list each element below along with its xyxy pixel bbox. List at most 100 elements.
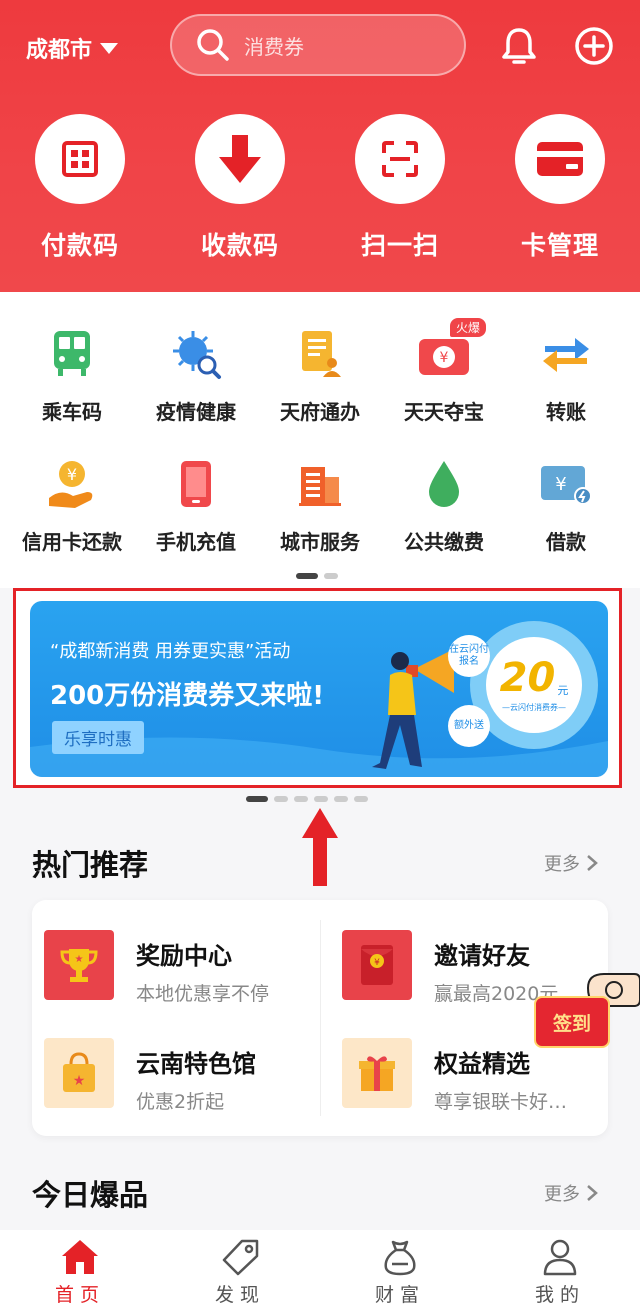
service-city[interactable]: 城市服务: [256, 456, 384, 555]
svg-text:★: ★: [73, 1073, 86, 1089]
scan-icon: [382, 141, 418, 177]
tag-icon: [222, 1239, 259, 1276]
header: 成都市 消费券 付款码 收款码 扫一扫 卡管理: [0, 0, 640, 292]
bottom-tab-bar: 首页 发现 财富 我的: [0, 1230, 640, 1311]
building-icon: [299, 467, 341, 506]
receive-arrow-icon: [219, 135, 261, 183]
coupon-amount: 20 元 —云闪付消费券—: [486, 637, 582, 733]
pay-code-icon: [62, 141, 98, 177]
tab-label: 首页: [54, 1284, 105, 1306]
search-icon: [197, 29, 229, 61]
shopping-bag-icon: ★: [63, 1052, 95, 1092]
banner-bubble-signup: 在云闪付报名: [448, 635, 490, 677]
quick-action-label: 卡管理: [520, 231, 599, 260]
bus-icon: [54, 331, 90, 376]
yuan-card-icon: ¥: [541, 466, 592, 505]
service-label: 借款: [546, 530, 586, 554]
quick-action-label: 扫一扫: [360, 231, 439, 260]
promo-banner[interactable]: “成都新消费 用券更实惠”活动 200万份消费券又来啦! 乐享时惠 20 元 —…: [30, 601, 608, 777]
rec-item-rights-select[interactable]: 权益精选 尊享银联卡好…: [342, 1038, 567, 1114]
rec-subtitle: 尊享银联卡好…: [434, 1091, 568, 1113]
receive-code-button[interactable]: 收款码: [170, 114, 310, 262]
card-divider: [320, 920, 321, 1116]
top-bar: 成都市 消费券: [0, 0, 640, 92]
hot-more-link[interactable]: 更多: [544, 850, 598, 876]
rec-title: 权益精选: [434, 1050, 530, 1078]
card-icon: [537, 142, 583, 176]
money-bag-icon: [384, 1240, 416, 1276]
service-treasure[interactable]: ¥ 火爆 天天夺宝: [380, 318, 508, 425]
service-tianfu[interactable]: 天府通办: [256, 326, 384, 425]
rec-title: 云南特色馆: [136, 1050, 256, 1078]
service-credit-repay[interactable]: ¥ 信用卡还款: [8, 456, 136, 555]
more-label: 更多: [544, 854, 580, 875]
quick-action-label: 付款码: [40, 231, 119, 260]
sign-in-button[interactable]: 签到: [534, 996, 610, 1048]
service-label: 信用卡还款: [22, 530, 122, 554]
phone-icon: [181, 461, 211, 507]
bell-icon[interactable]: [500, 26, 538, 66]
svg-text:¥: ¥: [440, 350, 449, 366]
card-manage-button[interactable]: 卡管理: [490, 114, 630, 262]
annotation-arrow-icon: [302, 808, 338, 886]
person-icon: [543, 1239, 577, 1276]
search-input[interactable]: 消费券: [170, 14, 466, 76]
search-placeholder: 消费券: [244, 34, 304, 59]
coupon-value: 20: [499, 654, 556, 701]
hot-badge: 火爆: [450, 318, 487, 337]
hot-section-title: 热门推荐: [32, 848, 149, 882]
service-grid: 乘车码 疫情健康 天府通办 ¥ 火爆 天天夺宝 转账 ¥ 信用卡还款 手机充值 …: [0, 292, 640, 588]
add-icon[interactable]: [574, 26, 614, 66]
banner-subtitle: “成都新消费 用券更实惠”活动: [50, 641, 291, 662]
service-phone-topup[interactable]: 手机充值: [132, 456, 260, 555]
coupon-caption: —云闪付消费券—: [502, 702, 566, 712]
svg-text:★: ★: [75, 954, 84, 965]
service-label: 疫情健康: [156, 400, 236, 424]
service-public-payment[interactable]: 公共缴费: [380, 456, 508, 555]
service-epidemic-health[interactable]: 疫情健康: [132, 326, 260, 425]
svg-text:¥: ¥: [374, 958, 380, 968]
service-label: 手机充值: [156, 530, 236, 554]
quick-action-label: 收款码: [200, 231, 279, 260]
water-drop-icon: [429, 461, 459, 507]
rec-item-yunnan-hall[interactable]: ★ 云南特色馆 优惠2折起: [44, 1038, 256, 1114]
tab-home[interactable]: 首页: [30, 1238, 130, 1307]
pay-code-button[interactable]: 付款码: [10, 114, 150, 262]
coin-hand-icon: ¥: [49, 461, 93, 508]
banner-cta-button[interactable]: 乐享时惠: [52, 721, 144, 754]
city-selector[interactable]: 成都市: [26, 32, 119, 64]
service-transfer[interactable]: 转账: [502, 326, 630, 425]
treasure-camera-icon: ¥: [419, 339, 469, 375]
service-label: 城市服务: [280, 530, 360, 554]
service-loan[interactable]: ¥ 借款: [502, 456, 630, 555]
banner-page-indicator: [246, 796, 368, 802]
rec-subtitle: 本地优惠享不停: [136, 983, 270, 1005]
scan-button[interactable]: 扫一扫: [330, 114, 470, 262]
rec-title: 奖励中心: [136, 942, 232, 970]
tab-label: 财富: [374, 1284, 425, 1306]
service-label: 公共缴费: [404, 530, 484, 554]
tab-label: 发现: [214, 1284, 265, 1306]
service-bus-code[interactable]: 乘车码: [8, 326, 136, 425]
svg-text:¥: ¥: [555, 474, 566, 495]
trophy-icon: ★: [60, 949, 98, 982]
service-label: 乘车码: [42, 400, 102, 424]
rec-item-invite-friends[interactable]: ¥ 邀请好友 赢最高2020元: [342, 930, 558, 1006]
quick-actions: 付款码 收款码 扫一扫 卡管理: [0, 114, 640, 274]
hot-recommend-card: ★ 奖励中心 本地优惠享不停 ¥ 邀请好友 赢最高2020元 ★ 云南特色馆 优…: [32, 900, 608, 1136]
banner-bubble-extra: 额外送: [448, 705, 490, 747]
tab-label: 我的: [534, 1284, 585, 1306]
today-section-title: 今日爆品: [32, 1178, 149, 1212]
tab-discover[interactable]: 发现: [190, 1238, 290, 1307]
today-more-link[interactable]: 更多: [544, 1180, 598, 1206]
city-label: 成都市: [26, 38, 93, 63]
tab-wealth[interactable]: 财富: [350, 1238, 450, 1307]
red-envelope-icon: ¥: [361, 945, 393, 985]
virus-search-icon: [173, 331, 221, 379]
document-person-icon: [302, 331, 341, 377]
caret-down-icon: [100, 42, 119, 54]
home-icon: [62, 1240, 98, 1274]
rec-item-reward-center[interactable]: ★ 奖励中心 本地优惠享不停: [44, 930, 269, 1006]
tab-mine[interactable]: 我的: [510, 1238, 610, 1307]
transfer-arrows-icon: [543, 338, 589, 372]
